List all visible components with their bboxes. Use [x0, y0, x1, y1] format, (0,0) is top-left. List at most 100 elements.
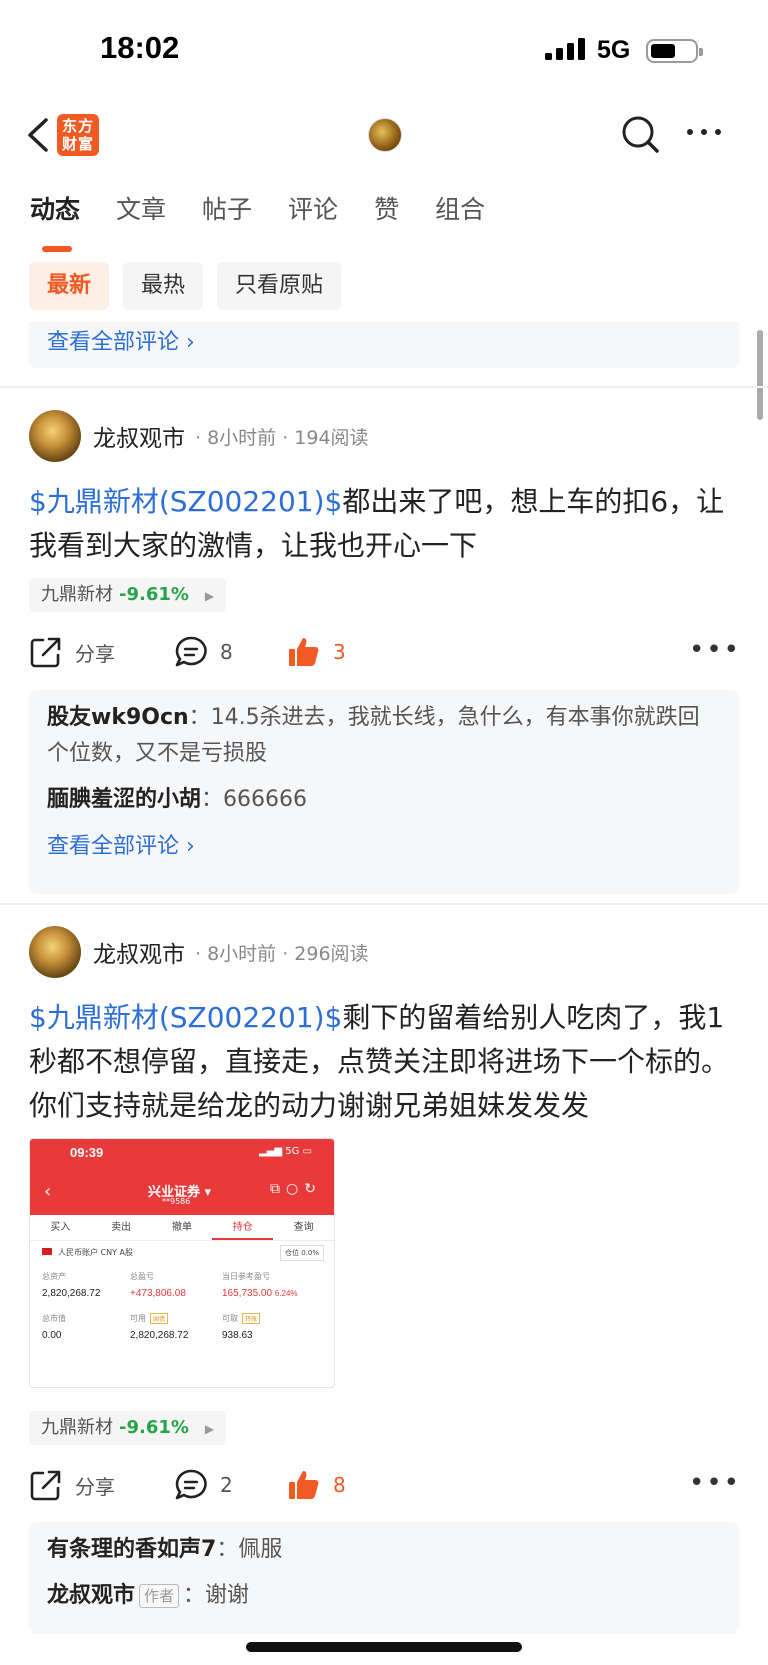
post-actions: 分享 2 8 ••• — [29, 1468, 741, 1508]
post-meta: · 8小时前 · 194阅读 — [195, 426, 369, 449]
comment-user[interactable]: 有条理的香如声7 — [47, 1537, 216, 1562]
image-tab: 卖出 — [111, 1222, 132, 1233]
comment-item[interactable]: 有条理的香如声7：佩服 — [47, 1532, 721, 1568]
image-account-line: 人民币账户 CNY A股 仓位 0.0% — [30, 1241, 334, 1265]
post-more-icon[interactable]: ••• — [689, 1468, 741, 1498]
filter-hot[interactable]: 最热 — [123, 262, 204, 310]
avatar[interactable] — [29, 926, 81, 978]
share-label: 分享 — [75, 641, 115, 666]
status-bar: 18:02 5G — [0, 0, 768, 100]
post-author[interactable]: 龙叔观市 · 8小时前 · 194阅读 — [29, 410, 369, 462]
filter-original-only[interactable]: 只看原贴 — [217, 262, 342, 310]
tab-articles[interactable]: 文章 — [116, 190, 166, 240]
image-account: **9586 — [162, 1197, 191, 1206]
stock-link[interactable]: $九鼎新材(SZ002201)$ — [29, 1001, 342, 1034]
back-icon[interactable] — [24, 117, 54, 153]
stock-tag[interactable]: 九鼎新材 -9.61% ▶ — [29, 1411, 227, 1445]
divider — [0, 386, 768, 388]
comment-user[interactable]: 腼腆羞涩的小胡 — [47, 787, 201, 812]
image-asset-grid: 总资产 总盈亏 当日参考盈亏 2,820,268.72 +473,806.08 … — [30, 1265, 334, 1347]
tab-likes[interactable]: 赞 — [374, 190, 399, 240]
signal-icon — [545, 38, 585, 60]
image-time: 09:39 — [70, 1145, 104, 1160]
image-tab: 买入 — [50, 1222, 71, 1233]
like-count: 8 — [333, 1473, 346, 1497]
previous-comment-box: 查看全部评论 › — [29, 322, 739, 368]
image-header: 09:39 ▂▄▆ 5G ▭ ‹ 兴业证券 ▾ **9586 ⧉○↻ — [30, 1139, 334, 1215]
stock-link[interactable]: $九鼎新材(SZ002201)$ — [29, 485, 342, 518]
share-label: 分享 — [75, 1474, 115, 1499]
share-icon — [30, 637, 61, 668]
author-name[interactable]: 龙叔观市 — [93, 935, 185, 969]
stock-tag[interactable]: 九鼎新材 -9.61% ▶ — [29, 578, 227, 612]
view-all-comments-link[interactable]: 查看全部评论 › — [47, 324, 195, 356]
comment-button[interactable]: 2 — [174, 1468, 233, 1502]
image-toolbar-icons: ⧉○↻ — [270, 1181, 322, 1197]
app-logo[interactable]: 东方 财富 — [57, 114, 99, 156]
filter-latest[interactable]: 最新 — [29, 262, 110, 310]
asset-label: 总市值 — [42, 1314, 66, 1323]
asset-value: 938.63 — [222, 1330, 253, 1341]
author-name[interactable]: 龙叔观市 — [93, 419, 185, 453]
tab-dynamic[interactable]: 动态 — [30, 190, 80, 252]
image-tab: 撤单 — [171, 1222, 192, 1233]
triangle-right-icon: ▶ — [204, 1422, 215, 1436]
post-author[interactable]: 龙叔观市 · 8小时前 · 296阅读 — [29, 926, 369, 978]
post-more-icon[interactable]: ••• — [689, 635, 741, 665]
share-button[interactable]: 分享 — [29, 635, 115, 669]
comment-user[interactable]: 龙叔观市 — [47, 1583, 135, 1608]
nav-bar: 东方 财富 — [0, 100, 768, 170]
profile-avatar[interactable] — [368, 118, 402, 152]
comment-button[interactable]: 8 — [174, 635, 233, 669]
flag-icon — [42, 1248, 52, 1255]
tab-comments[interactable]: 评论 — [288, 190, 338, 240]
comment-item[interactable]: 龙叔观市 作者 ：谢谢 — [47, 1578, 721, 1614]
logo-line1: 东方 — [61, 117, 94, 135]
post-text[interactable]: $九鼎新材(SZ002201)$都出来了吧，想上车的扣6，让我看到大家的激情，让… — [29, 480, 741, 568]
thumbs-up-icon — [289, 638, 319, 666]
image-back-icon: ‹ — [44, 1181, 52, 1202]
stock-tag-name: 九鼎新材 — [41, 1417, 113, 1438]
asset-value: 165,735.00 6.24% — [222, 1288, 298, 1299]
tab-posts[interactable]: 帖子 — [202, 190, 252, 240]
triangle-right-icon: ▶ — [204, 589, 215, 603]
comment-user[interactable]: 股友wk9Ocn — [47, 705, 189, 730]
avatar[interactable] — [29, 410, 81, 462]
network-label: 5G — [597, 36, 631, 64]
comment-item[interactable]: 股友wk9Ocn：14.5杀进去，我就长线，急什么，有本事你就跌回个位数，又不是… — [47, 700, 721, 772]
asset-label: 总盈亏 — [130, 1272, 154, 1281]
search-icon[interactable] — [620, 114, 660, 154]
view-all-comments-link[interactable]: 查看全部评论 › — [47, 828, 721, 860]
thumbs-up-icon — [289, 1471, 319, 1499]
stock-tag-change: -9.61% — [119, 584, 189, 605]
asset-value: 2,820,268.72 — [130, 1330, 189, 1341]
comment-text: 666666 — [223, 787, 308, 812]
post-text[interactable]: $九鼎新材(SZ002201)$剩下的留着给别人吃肉了，我1秒都不想停留，直接走… — [29, 996, 741, 1128]
home-indicator[interactable] — [246, 1642, 522, 1652]
asset-value: +473,806.08 — [130, 1288, 186, 1299]
stock-tag-name: 九鼎新材 — [41, 584, 113, 605]
battery-icon — [646, 39, 703, 63]
asset-label: 当日参考盈亏 — [222, 1272, 270, 1281]
image-position: 仓位 0.0% — [279, 1245, 324, 1261]
stock-tag-change: -9.61% — [119, 1417, 189, 1438]
image-tab: 持仓 — [212, 1215, 274, 1240]
comment-item[interactable]: 腼腆羞涩的小胡：666666 — [47, 782, 721, 818]
post-image[interactable]: 09:39 ▂▄▆ 5G ▭ ‹ 兴业证券 ▾ **9586 ⧉○↻ 买入 卖出… — [29, 1138, 335, 1388]
comment-icon — [175, 1469, 207, 1500]
tab-portfolio[interactable]: 组合 — [435, 190, 485, 240]
asset-value: 0.00 — [42, 1330, 62, 1341]
comments-preview: 股友wk9Ocn：14.5杀进去，我就长线，急什么，有本事你就跌回个位数，又不是… — [29, 690, 739, 894]
like-button[interactable]: 8 — [287, 1468, 346, 1502]
image-tab: 查询 — [293, 1222, 314, 1233]
more-icon[interactable] — [684, 122, 724, 142]
status-time: 18:02 — [100, 30, 180, 65]
author-badge: 作者 — [139, 1584, 180, 1608]
logo-line2: 财富 — [61, 135, 94, 153]
scrollbar[interactable] — [757, 330, 763, 420]
post-meta: · 8小时前 · 296阅读 — [195, 942, 369, 965]
like-button[interactable]: 3 — [287, 635, 346, 669]
share-button[interactable]: 分享 — [29, 1468, 115, 1502]
asset-label: 可取 转账 — [222, 1313, 322, 1324]
post-actions: 分享 8 3 ••• — [29, 635, 741, 675]
